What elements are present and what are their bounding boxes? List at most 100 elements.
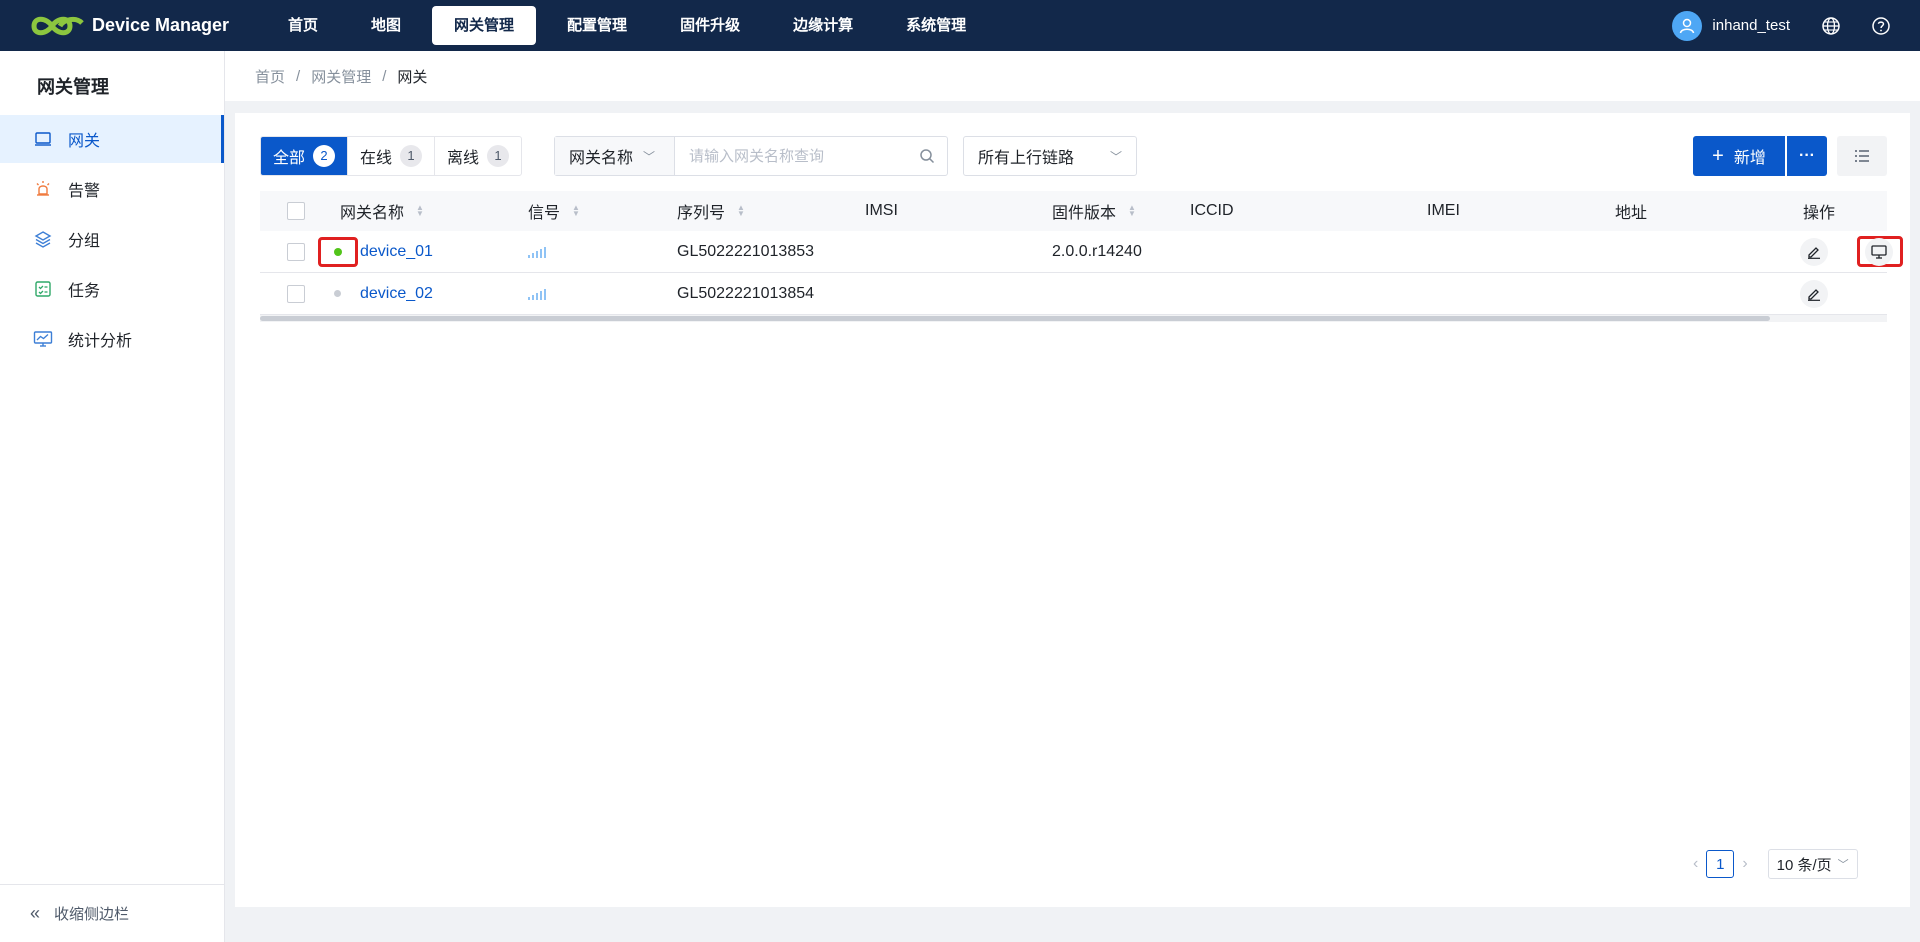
select-all-checkbox[interactable] [287,202,305,220]
tab-all[interactable]: 全部 2 [261,137,349,175]
column-header-actions: 操作 [1803,205,1836,222]
gateway-list-panel: 全部 2 在线 1 离线 1 网关名称 ﹀ 所有上行链路 ﹀ + 新增 ··· [235,113,1910,907]
breadcrumb-separator: / [296,67,301,85]
nav-firmware-upgrade[interactable]: 固件升级 [658,6,762,45]
pencil-icon [1808,288,1820,301]
breadcrumb-separator: / [382,67,387,85]
column-header-imei: IMEI [1427,202,1460,219]
monitor-icon [1871,244,1887,259]
column-header-firmware: 固件版本 [1052,205,1117,222]
sort-icon[interactable]: ▲ ▼ [416,204,424,218]
pagination: ‹ 1 › 10 条/页 ﹀ [1685,849,1858,879]
sidebar-item-label: 告警 [68,183,101,200]
tab-online[interactable]: 在线 1 [348,137,436,175]
status-filter-tabs: 全部 2 在线 1 离线 1 [260,136,523,176]
uplink-select-value: 所有上行链路 [978,150,1075,167]
column-header-imsi: IMSI [865,202,898,219]
nav-gateway-management[interactable]: 网关管理 [432,6,537,45]
nav-system-management[interactable]: 系统管理 [884,6,988,45]
breadcrumb-gateway-management[interactable]: 网关管理 [311,66,371,87]
page-size-select[interactable]: 10 条/页 ﹀ [1767,849,1858,879]
help-icon[interactable] [1870,15,1892,37]
horizontal-scrollbar[interactable] [260,315,1887,322]
firmware-version: 2.0.0.r14240 [1052,242,1142,260]
nav-home[interactable]: 首页 [266,6,340,45]
chevron-down-icon: ﹀ [1837,859,1849,871]
user-area: inhand_test [1672,0,1920,51]
column-header-address: 地址 [1615,205,1648,222]
prev-page-icon[interactable]: ‹ [1693,855,1698,873]
chevron-down-icon: ﹀ [1109,149,1122,164]
language-icon[interactable] [1820,15,1842,37]
sidebar-item-alarm[interactable]: 告警 [0,165,224,213]
gateway-icon [33,129,53,149]
plus-icon: + [1712,144,1724,167]
gateway-table: 网关名称 ▲ ▼ 信号 ▲ ▼ 序列号 ▲ ▼ IMSI 固件版本 ▲ ▼ ICCID … [260,191,1903,322]
uplink-select[interactable]: 所有上行链路 ﹀ [963,136,1137,176]
search-icon[interactable] [907,137,947,175]
app-logo[interactable]: Device Manager [30,11,266,41]
sidebar-item-task[interactable]: 任务 [0,265,224,313]
column-settings-button[interactable] [1837,136,1887,176]
page-number-button[interactable]: 1 [1706,850,1735,878]
status-dot-offline [334,290,341,297]
count-badge: 1 [487,145,510,167]
sidebar-item-statistics[interactable]: 统计分析 [0,315,224,363]
search-field-label: 网关名称 [569,150,634,167]
double-chevron-left-icon: « [30,903,41,923]
collapse-sidebar-button[interactable]: « 收缩侧边栏 [0,884,225,942]
more-actions-button[interactable]: ··· [1787,136,1827,176]
tab-label: 在线 [360,150,393,167]
sort-icon[interactable]: ▲ ▼ [1128,204,1136,218]
user-icon [1680,18,1695,33]
sidebar: 网关管理 网关 告警 分组 任务 统计分析 « 收缩侧边栏 [0,51,225,942]
sidebar-item-label: 统计分析 [68,333,133,350]
sidebar-title: 网关管理 [37,77,109,97]
row-checkbox[interactable] [287,284,305,303]
sidebar-item-label: 网关 [68,133,101,150]
search-input[interactable] [675,137,907,175]
signal-icon [528,246,546,258]
layers-icon [33,229,53,249]
sidebar-item-group[interactable]: 分组 [0,215,224,263]
device-name-link[interactable]: device_01 [360,243,433,261]
serial-number: GL5022221013854 [677,284,815,302]
username[interactable]: inhand_test [1712,17,1790,34]
next-page-icon[interactable]: › [1742,855,1747,873]
table-header: 网关名称 ▲ ▼ 信号 ▲ ▼ 序列号 ▲ ▼ IMSI 固件版本 ▲ ▼ ICCID … [260,191,1887,231]
device-name-link[interactable]: device_02 [360,285,433,303]
sort-icon[interactable]: ▲ ▼ [737,204,745,218]
nav-config-management[interactable]: 配置管理 [545,6,649,45]
list-icon [1855,150,1869,162]
tab-offline[interactable]: 离线 1 [435,137,521,175]
edit-button[interactable] [1800,279,1828,308]
column-header-serial: 序列号 [677,205,726,222]
nav-edge-computing[interactable]: 边缘计算 [771,6,875,45]
logo-mark-icon [31,16,84,35]
collapse-sidebar-label: 收缩侧边栏 [54,906,130,923]
remote-console-button[interactable] [1865,237,1893,266]
top-navbar: Device Manager 首页 地图 网关管理 配置管理 固件升级 边缘计算… [0,0,1920,51]
add-button-label: 新增 [1733,150,1766,167]
signal-icon [528,288,546,300]
search-field-select[interactable]: 网关名称 ﹀ [555,137,675,175]
row-checkbox[interactable] [287,242,305,261]
pencil-icon [1808,246,1820,259]
edit-button[interactable] [1800,237,1828,266]
status-dot-online [334,247,342,256]
tab-label: 全部 [273,150,306,167]
sidebar-item-gateway[interactable]: 网关 [0,115,224,163]
count-badge: 1 [400,145,423,167]
user-avatar[interactable] [1672,10,1703,41]
scrollbar-thumb[interactable] [260,316,1770,321]
sidebar-item-label: 任务 [68,283,101,300]
table-row: device_01 GL5022221013853 2.0.0.r14240 [260,231,1903,273]
sort-icon[interactable]: ▲ ▼ [572,204,580,218]
breadcrumb-home[interactable]: 首页 [255,66,285,87]
chart-icon [33,329,53,349]
tab-label: 离线 [447,150,480,167]
nav-map[interactable]: 地图 [349,6,423,45]
chevron-down-icon: ﹀ [643,149,656,164]
add-gateway-button[interactable]: + 新增 [1693,136,1785,176]
breadcrumb: 首页 / 网关管理 / 网关 [225,51,1920,101]
